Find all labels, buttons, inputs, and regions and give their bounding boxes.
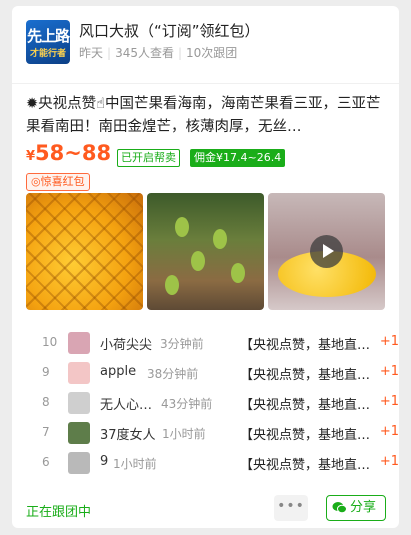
follower-time: 1小时前: [113, 457, 157, 471]
follower-row[interactable]: 10 小荷尖尖 3分钟前 【央视点赞，基地直发… +1: [26, 329, 399, 359]
meta-separator: |: [107, 46, 112, 60]
follower-product: 【央视点赞，基地直发…: [240, 368, 375, 383]
mango-video-thumbnail[interactable]: [268, 193, 385, 310]
follower-name: apple: [100, 364, 137, 379]
meta-follows: 10次跟团: [186, 46, 238, 60]
follower-product: 【央视点赞，基地直发…: [240, 398, 375, 413]
follower-count: +1: [379, 334, 399, 349]
follower-count: +1: [379, 454, 399, 469]
follower-name: 9: [100, 454, 109, 469]
help-sell-tag: 已开启帮卖: [117, 149, 180, 167]
follower-product: 【央视点赞，基地直发…: [240, 458, 375, 473]
price-range: 58~88: [35, 141, 112, 165]
mango-orchard-image[interactable]: [147, 193, 264, 310]
follower-row[interactable]: 8 无人心… 43分钟前 【央视点赞，基地直发… +1: [26, 389, 399, 419]
header-divider: [12, 83, 399, 84]
follower-rank: 10: [42, 335, 58, 349]
meta-separator: |: [177, 46, 183, 60]
follower-rank: 8: [42, 395, 50, 409]
follower-time: 38分钟前: [147, 367, 199, 381]
follower-time: 43分钟前: [161, 397, 213, 411]
follower-product: 【央视点赞，基地直发…: [240, 428, 375, 443]
follower-avatar: [68, 422, 90, 444]
follower-name: 无人心…: [100, 398, 153, 413]
follower-rank: 9: [42, 365, 50, 379]
follower-rank: 6: [42, 455, 50, 469]
follower-avatar: [68, 362, 90, 384]
red-packet-tag[interactable]: ◎惊喜红包: [26, 173, 90, 191]
follower-row[interactable]: 9 apple 38分钟前 【央视点赞，基地直发… +1: [26, 359, 399, 389]
follower-name: 37度女人: [100, 428, 156, 443]
commission-tag: 佣金¥17.4~26.4: [190, 149, 286, 167]
price: ¥58~88: [26, 141, 111, 165]
wechat-icon: [332, 502, 347, 514]
follower-row[interactable]: 6 9 1小时前 【央视点赞，基地直发… +1: [26, 449, 399, 479]
price-row: ¥58~88 已开启帮卖 佣金¥17.4~26.4: [26, 141, 396, 171]
follower-avatar: [68, 332, 90, 354]
meta-time: 昨天: [79, 46, 104, 60]
follow-status: 正在跟团中: [26, 505, 92, 520]
group-header[interactable]: 先上路 才能行者 风口大叔（“订阅”领红包） 昨天 | 345人查看 | 10次跟团: [26, 18, 387, 70]
follower-rank: 7: [42, 425, 50, 439]
follower-time: 3分钟前: [160, 337, 204, 351]
more-button[interactable]: •••: [274, 495, 308, 521]
avatar-text-line2: 才能行者: [29, 49, 66, 59]
share-label: 分享: [350, 500, 377, 515]
follower-count: +1: [379, 394, 399, 409]
follower-name: 小荷尖尖: [100, 338, 153, 353]
post-title[interactable]: ✹央视点赞☝中国芒果看海南，海南芒果看三亚，三亚芒果看南田！南田金煌芒，核薄肉厚…: [26, 93, 386, 139]
follower-avatar: [68, 392, 90, 414]
follower-count: +1: [379, 424, 399, 439]
meta-views: 345人查看: [115, 46, 174, 60]
group-name[interactable]: 风口大叔（“订阅”领红包）: [79, 20, 260, 41]
follower-avatar: [68, 452, 90, 474]
group-meta: 昨天 | 345人查看 | 10次跟团: [79, 44, 237, 61]
follower-count: +1: [379, 364, 399, 379]
mango-cut-image[interactable]: [26, 193, 143, 310]
follower-row[interactable]: 7 37度女人 1小时前 【央视点赞，基地直发… +1: [26, 419, 399, 449]
group-avatar[interactable]: 先上路 才能行者: [26, 20, 70, 64]
avatar-text-line1: 先上路: [26, 27, 70, 45]
follower-product: 【央视点赞，基地直发…: [240, 338, 375, 353]
share-button[interactable]: 分享: [326, 495, 386, 521]
follower-list: 10 小荷尖尖 3分钟前 【央视点赞，基地直发… +1 9 apple 38分钟…: [26, 329, 399, 479]
group-post-card[interactable]: 先上路 才能行者 风口大叔（“订阅”领红包） 昨天 | 345人查看 | 10次跟团 ✹…: [12, 6, 399, 528]
play-icon[interactable]: [310, 235, 343, 268]
follower-time: 1小时前: [162, 427, 206, 441]
price-currency: ¥: [26, 149, 36, 164]
